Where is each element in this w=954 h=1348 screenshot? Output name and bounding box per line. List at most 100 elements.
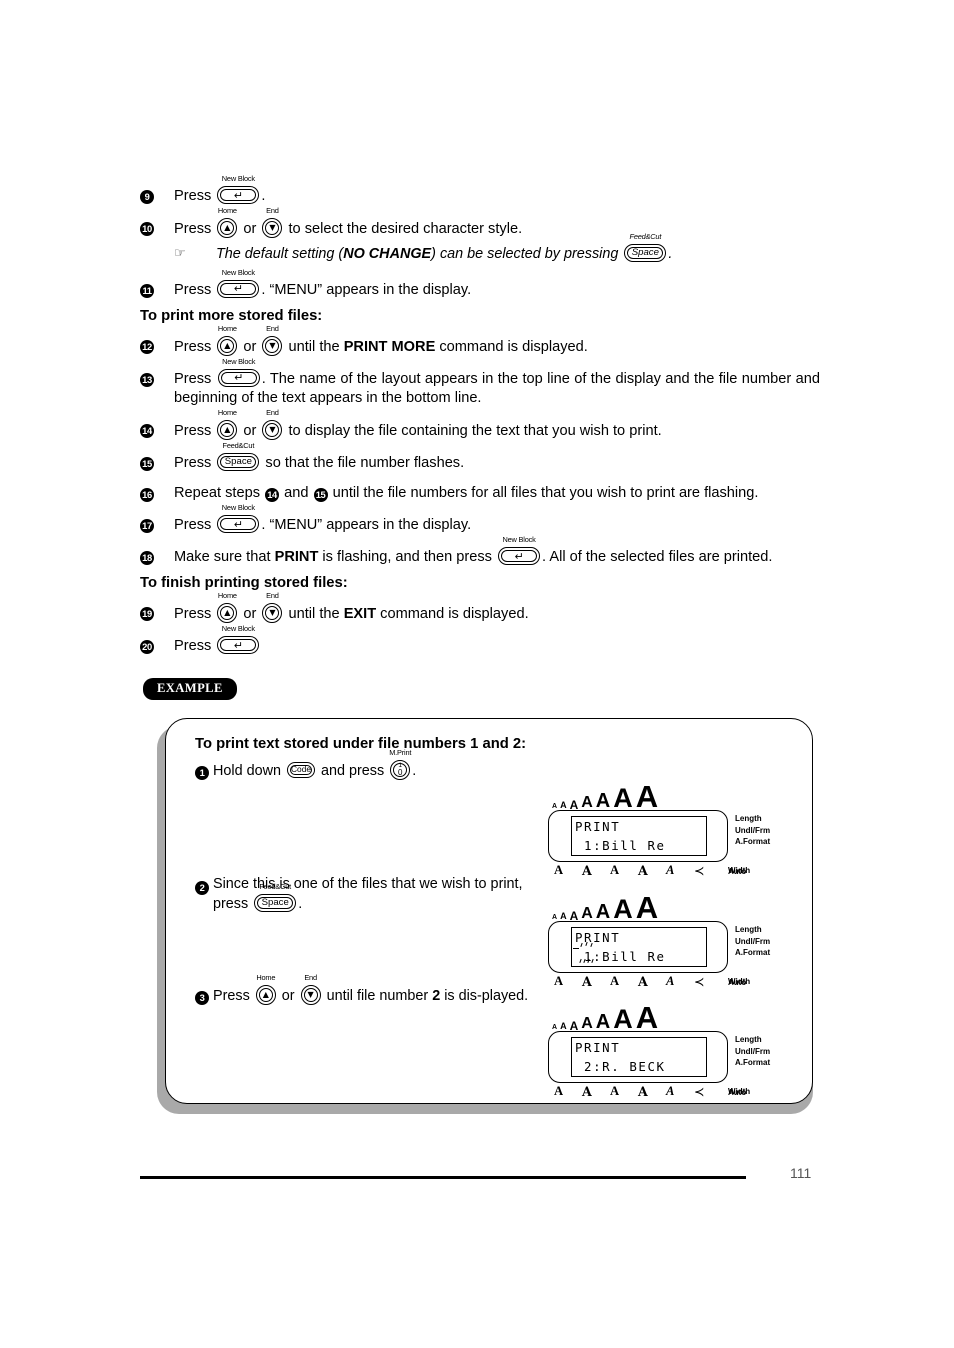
- key-cap[interactable]: ▲: [217, 419, 238, 440]
- key-glyph-bottom: 0: [397, 768, 403, 778]
- style-indicator: ≺: [694, 1083, 705, 1099]
- style-indicator: A: [666, 1083, 675, 1098]
- step-number: 19: [140, 607, 154, 622]
- new-block-key[interactable]: New Block ↵: [217, 357, 260, 389]
- key-cap[interactable]: ↵: [217, 186, 260, 204]
- key-cap[interactable]: 10: [390, 760, 411, 780]
- character-size-indicator-row: A A A A A A A Auto: [548, 1001, 748, 1097]
- key-cap[interactable]: ↵: [217, 515, 260, 534]
- step-number: 18: [140, 551, 154, 566]
- key-glyph: ▼: [269, 424, 276, 434]
- size-indicator-a: A: [635, 889, 659, 925]
- new-block-key[interactable]: New Block ↵: [217, 503, 260, 535]
- key-cap[interactable]: ▼: [300, 985, 321, 1005]
- end-down-arrow-key[interactable]: End ▼: [262, 324, 283, 357]
- text-run: or: [239, 338, 261, 355]
- step-text: Press Home ▲ or End ▼ until the EXIT comma…: [174, 591, 820, 624]
- size-indicator-a: A: [581, 1015, 593, 1033]
- key-cap[interactable]: Space: [217, 452, 260, 471]
- text-run: or: [239, 220, 261, 237]
- step-row: 18 Make sure that PRINT is flashing, and…: [140, 535, 820, 567]
- home-up-arrow-key[interactable]: Home ▲: [255, 973, 276, 1006]
- key-cap[interactable]: ↵: [217, 368, 260, 387]
- style-indicator: A: [610, 1083, 620, 1098]
- home-up-arrow-key[interactable]: Home ▲: [217, 408, 238, 441]
- key-glyph: ↵: [234, 371, 244, 385]
- space-key[interactable]: Feed&Cut Space: [624, 232, 667, 264]
- text-run: . All of the selected files are printed.: [542, 549, 773, 566]
- key-cap[interactable]: Code: [287, 762, 315, 778]
- example-step-3: 3 Press Home ▲ or End ▼ until file number …: [195, 973, 545, 1008]
- home-up-arrow-key[interactable]: Home ▲: [217, 324, 238, 357]
- lcd-line-2: 1:Bill Re: [575, 949, 666, 964]
- key-cap[interactable]: Space: [624, 243, 667, 262]
- key-cap[interactable]: ↵: [498, 547, 541, 566]
- key-cap[interactable]: ▼: [262, 419, 283, 440]
- key-glyph: ↵: [514, 549, 524, 563]
- key-cap[interactable]: ▼: [262, 603, 283, 624]
- size-indicator-a: A: [552, 803, 558, 811]
- space-key[interactable]: Feed&Cut Space: [254, 882, 297, 914]
- text-run: Press: [174, 338, 216, 355]
- step-bullet: 15: [140, 447, 174, 471]
- text-run: . “MENU” appears in the display.: [261, 281, 472, 298]
- text-run: until file number: [322, 988, 433, 1004]
- key-cap[interactable]: ↵: [217, 279, 260, 298]
- style-indicator: ≺: [694, 862, 705, 878]
- space-key[interactable]: Feed&Cut Space: [217, 441, 260, 473]
- key-top-label: New Block: [222, 356, 256, 366]
- size-indicator-a: A: [595, 1011, 611, 1033]
- lcd-line-1: PRINT: [575, 1040, 621, 1055]
- size-indicator-a: A: [552, 914, 558, 922]
- new-block-key[interactable]: New Block ↵: [217, 624, 260, 656]
- end-down-arrow-key[interactable]: End ▼: [262, 408, 283, 441]
- step-number: 12: [140, 339, 154, 354]
- code-key[interactable]: Code: [287, 762, 315, 781]
- step-text: Make sure that PRINT is flashing, and th…: [174, 535, 820, 567]
- size-indicator-a: A: [635, 778, 659, 814]
- lcd-screen: PRINT 1:Bill Re: [571, 927, 707, 967]
- text-run: to display the file containing the text …: [284, 422, 662, 439]
- end-down-arrow-key[interactable]: End ▼: [300, 973, 321, 1006]
- style-indicator: A: [638, 1083, 648, 1099]
- key-top-label: End: [266, 205, 279, 215]
- key-cap[interactable]: ▲: [217, 603, 238, 624]
- key-cap[interactable]: Space: [254, 894, 297, 913]
- text-run: so that the file number flashes.: [261, 454, 465, 471]
- step-text: Press Feed&Cut Space so that the file num…: [174, 441, 820, 473]
- home-up-arrow-key[interactable]: Home ▲: [217, 206, 238, 239]
- style-indicator: A: [582, 1083, 592, 1099]
- example-step-text: Press Home ▲ or End ▼ until file number 2 …: [213, 973, 545, 1006]
- new-block-key[interactable]: New Block ↵: [217, 174, 260, 206]
- note-bold-value: NO CHANGE: [343, 245, 432, 262]
- size-indicator-a: A: [560, 800, 567, 811]
- key-glyph: ▲: [224, 222, 231, 232]
- key-cap[interactable]: ▼: [262, 217, 283, 238]
- key-cap[interactable]: ▼: [262, 335, 283, 356]
- style-indicator: A: [554, 862, 564, 877]
- style-indicator: A: [638, 973, 648, 989]
- size-indicator-a: A: [560, 1021, 567, 1032]
- size-indicator-a: A: [581, 905, 593, 923]
- key-top-label: New Block: [221, 267, 255, 277]
- style-indicator-row: A A A A A ≺ Width: [548, 973, 750, 989]
- lcd-side-label: Length: [735, 1035, 762, 1044]
- key-glyph: ▲: [262, 990, 269, 999]
- end-down-arrow-key[interactable]: End ▼: [262, 206, 283, 239]
- key-cap[interactable]: ▲: [255, 985, 276, 1005]
- new-block-key[interactable]: New Block ↵: [498, 535, 541, 567]
- end-down-arrow-key[interactable]: End ▼: [262, 591, 283, 624]
- key-cap[interactable]: ↵: [217, 636, 260, 655]
- key-cap[interactable]: ▲: [217, 335, 238, 356]
- key-cap[interactable]: ▲: [217, 217, 238, 238]
- text-run: Press: [174, 517, 216, 534]
- step-row: 20 Press New Block ↵: [140, 624, 820, 656]
- key-glyph: ▲: [224, 424, 231, 434]
- style-indicator: A: [610, 973, 620, 988]
- new-block-key[interactable]: New Block ↵: [217, 268, 260, 300]
- step-row: 17 Press New Block ↵ . “MENU” appears in t…: [140, 503, 820, 535]
- m-print-number-key[interactable]: M.Print 1 0: [389, 748, 411, 781]
- home-up-arrow-key[interactable]: Home ▲: [217, 591, 238, 624]
- step-row: 11 Press New Block ↵ . “MENU” appears in t…: [140, 268, 820, 300]
- step-text: Press New Block ↵: [174, 624, 820, 656]
